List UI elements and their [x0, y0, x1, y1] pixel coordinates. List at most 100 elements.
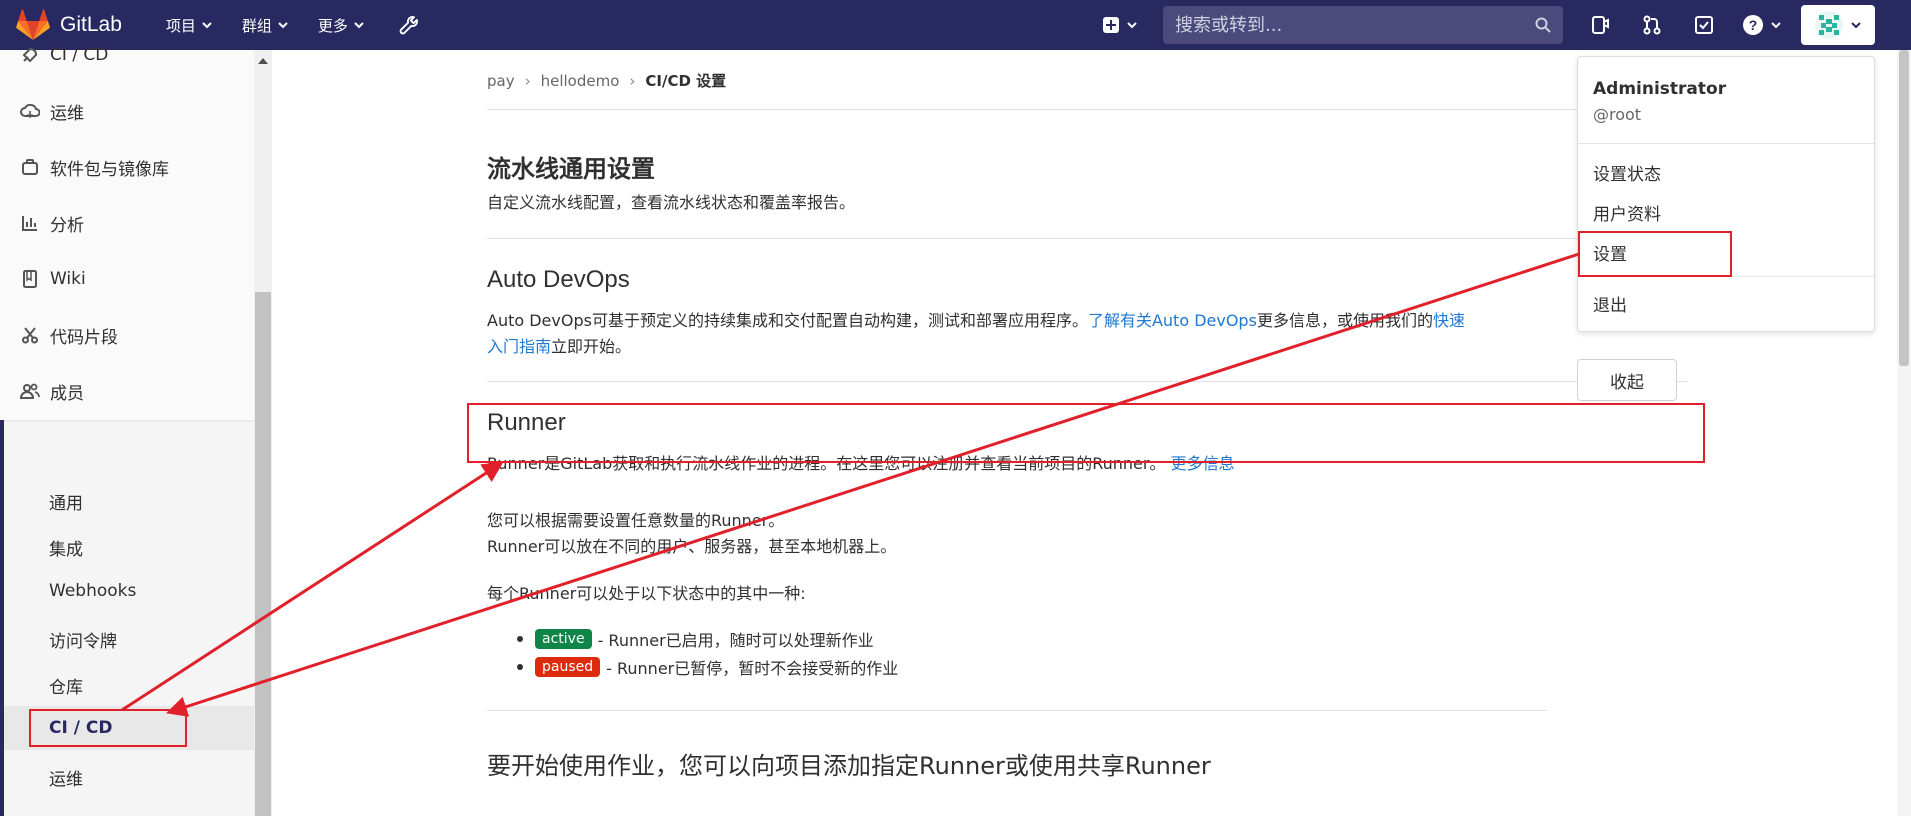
user-display-name: Administrator — [1593, 79, 1727, 99]
sidebar-subitem-operations[interactable]: 运维 — [0, 765, 254, 790]
menu-item-sign-out[interactable]: 退出 — [1593, 291, 1627, 316]
avatar — [1815, 11, 1843, 39]
top-navbar: GitLab 项目 群组 更多 搜索或转到... ? — [0, 0, 1911, 50]
nav-right: ? — [1103, 0, 1911, 50]
quickstart-link-part-2[interactable]: 入门指南 — [487, 337, 551, 356]
cloud-icon — [20, 101, 40, 121]
page-scrollbar-thumb[interactable] — [1899, 50, 1909, 366]
runners-getting-started-heading: 要开始使用作业，您可以向项目添加指定Runner或使用共享Runner — [487, 752, 1211, 780]
package-icon — [20, 157, 40, 177]
chevron-down-icon — [1851, 22, 1861, 29]
runner-paragraph-1: 您可以根据需要设置任意数量的Runner。 — [487, 511, 785, 530]
autodevops-text-2: 更多信息，或使用我们的 — [1256, 311, 1433, 330]
divider — [487, 109, 1687, 110]
runner-title: Runner — [487, 409, 566, 436]
sidebar-item-snippets[interactable]: 代码片段 — [0, 322, 254, 348]
question-icon: ? — [1743, 15, 1763, 35]
divider — [487, 710, 1547, 711]
status-badge-paused: paused — [535, 657, 601, 677]
sidebar-item-members[interactable]: 成员 — [0, 378, 254, 404]
sidebar-item-analytics[interactable]: 分析 — [0, 210, 254, 236]
chevron-down-icon — [354, 22, 364, 29]
nav-menu: 项目 群组 更多 — [166, 14, 420, 36]
user-username: @root — [1593, 105, 1642, 124]
nav-projects[interactable]: 项目 — [166, 15, 212, 36]
scroll-up-arrow-icon[interactable] — [258, 58, 268, 64]
identicon-icon — [1819, 15, 1839, 35]
divider — [487, 381, 1687, 382]
divider — [1578, 276, 1874, 277]
status-badge-active: active — [535, 629, 592, 649]
merge-requests-button[interactable] — [1639, 12, 1665, 38]
chevron-down-icon — [1771, 22, 1781, 29]
scissors-icon — [20, 325, 40, 345]
menu-item-settings[interactable]: 设置 — [1593, 240, 1627, 265]
sidebar-subitem-general[interactable]: 通用 — [0, 489, 254, 514]
sidebar-scrollbar-thumb[interactable] — [255, 292, 271, 816]
list-item: paused - Runner已暂停，暂时不会接受新的作业 — [517, 653, 898, 681]
sidebar-item-label: 运维 — [50, 103, 84, 124]
runner-description: Runner是GitLab获取和执行流水线作业的进程。在这里您可以注册并查看当前… — [487, 451, 1537, 477]
sidebar-item-label: CI / CD — [50, 45, 109, 65]
collapse-button[interactable]: 收起 — [1577, 359, 1677, 401]
autodevops-description: Auto DevOps可基于预定义的持续集成和交付配置自动构建，测试和部署应用程… — [487, 308, 1537, 360]
bullet-dot — [517, 664, 523, 670]
nav-groups[interactable]: 群组 — [242, 15, 288, 36]
autodevops-learn-link[interactable]: 了解有关Auto DevOps — [1088, 311, 1257, 330]
nav-groups-label: 群组 — [241, 16, 272, 35]
breadcrumb-group[interactable]: pay — [487, 72, 515, 90]
help-button[interactable]: ? — [1743, 15, 1781, 35]
breadcrumb-current[interactable]: CI/CD 设置 — [645, 70, 726, 91]
sidebar-item-operations[interactable]: 运维 — [0, 98, 254, 124]
brand-name: GitLab — [60, 13, 122, 36]
search-input[interactable] — [1175, 14, 1535, 36]
menu-item-profile[interactable]: 用户资料 — [1593, 200, 1661, 225]
runner-more-info-link[interactable]: 更多信息 — [1171, 454, 1235, 473]
status-paused-text: - Runner已暂停，暂时不会接受新的作业 — [606, 659, 899, 678]
sidebar-item-wiki[interactable]: Wiki — [0, 266, 254, 292]
sidebar-subitem-repository[interactable]: 仓库 — [0, 673, 254, 698]
status-active-text: - Runner已启用，随时可以处理新作业 — [597, 631, 874, 650]
menu-item-set-status[interactable]: 设置状态 — [1593, 160, 1661, 185]
runner-paragraph-3: 每个Runner可以处于以下状态中的其中一种: — [487, 584, 806, 603]
search-box — [1163, 6, 1563, 44]
sidebar-subitem-webhooks[interactable]: Webhooks — [0, 581, 254, 601]
sidebar-item-packages[interactable]: 软件包与镜像库 — [0, 154, 254, 180]
users-icon — [20, 381, 40, 401]
user-menu-button[interactable] — [1801, 5, 1875, 45]
autodevops-title: Auto DevOps — [487, 266, 630, 293]
todos-button[interactable] — [1691, 12, 1717, 38]
settings-submenu — [0, 422, 254, 816]
chevron-down-icon — [202, 22, 212, 29]
issues-button[interactable] — [1587, 12, 1613, 38]
nav-more-label: 更多 — [317, 16, 348, 35]
sidebar-subitem-integrations[interactable]: 集成 — [0, 535, 254, 560]
sidebar-item-label: Wiki — [50, 269, 86, 289]
sidebar-item-label: 成员 — [50, 383, 84, 404]
chevron-right-icon: › — [524, 71, 531, 90]
sidebar-item-cicd[interactable]: CI / CD — [0, 44, 254, 66]
autodevops-text-1: Auto DevOps可基于预定义的持续集成和交付配置自动构建，测试和部署应用程… — [487, 311, 1088, 330]
sidebar-item-label: 分析 — [50, 215, 84, 236]
autodevops-text-3: 立即开始。 — [551, 337, 632, 356]
user-dropdown-menu: Administrator @root 设置状态 用户资料 设置 退出 — [1577, 56, 1875, 332]
sidebar-item-label: 软件包与镜像库 — [50, 159, 169, 180]
runner-status-list: active - Runner已启用，随时可以处理新作业 paused - Ru… — [517, 625, 898, 681]
breadcrumb-project[interactable]: hellodemo — [541, 72, 620, 90]
chevron-down-icon — [278, 22, 288, 29]
chart-icon — [20, 213, 40, 233]
nav-more[interactable]: 更多 — [318, 15, 364, 36]
sidebar-subitem-cicd[interactable]: CI / CD — [4, 706, 254, 750]
new-item-button[interactable] — [1103, 17, 1137, 33]
search-icon — [1535, 17, 1551, 33]
runner-paragraph-2: Runner可以放在不同的用户、服务器，甚至本地机器上。 — [487, 537, 897, 556]
gitlab-logo[interactable]: GitLab — [16, 9, 122, 41]
plus-square-icon — [1103, 17, 1119, 33]
book-icon — [20, 269, 40, 289]
divider — [1578, 143, 1874, 144]
sidebar-subitem-access-tokens[interactable]: 访问令牌 — [0, 627, 254, 652]
sidebar-item-label: 代码片段 — [50, 327, 118, 348]
quickstart-link-part-1[interactable]: 快速 — [1433, 311, 1465, 330]
breadcrumb: pay › hellodemo › CI/CD 设置 — [487, 70, 726, 91]
wrench-icon[interactable] — [398, 14, 420, 36]
